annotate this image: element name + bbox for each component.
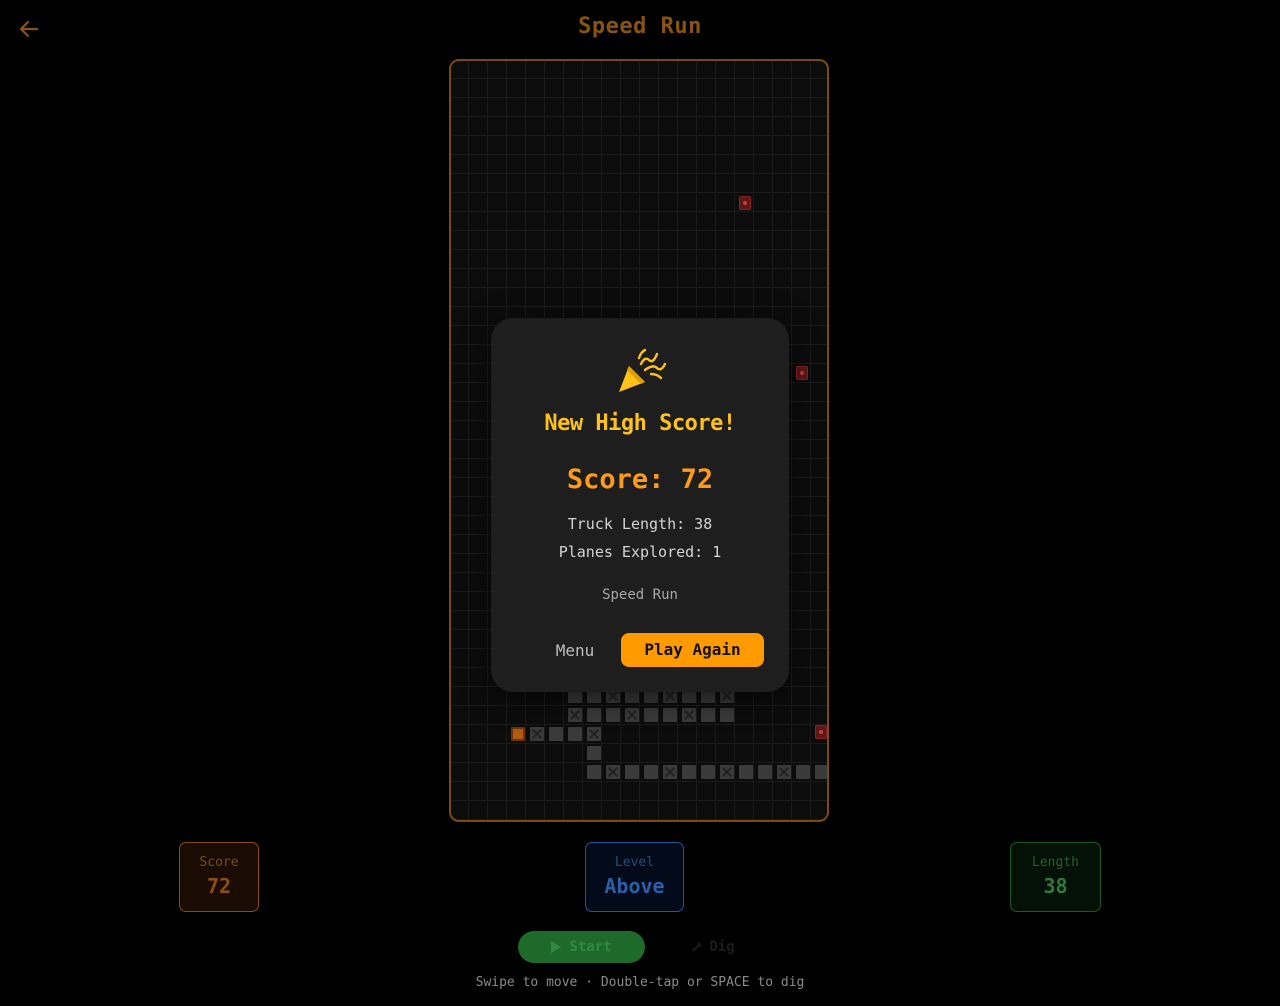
dialog-heading: New High Score! — [544, 411, 736, 436]
start-button[interactable]: Start — [518, 931, 645, 963]
truck-segment — [644, 765, 658, 779]
truck-segment — [625, 765, 639, 779]
truck-segment — [587, 765, 601, 779]
dig-label: Dig — [709, 939, 735, 955]
truck-segment — [796, 765, 810, 779]
final-score: Score: 72 — [566, 464, 714, 495]
truck-segment — [530, 727, 544, 741]
truck-segment — [682, 765, 696, 779]
high-score-dialog: New High Score! Score: 72 Truck Length: … — [491, 318, 789, 692]
dug-tile — [568, 708, 582, 722]
level-value: Above — [604, 874, 665, 898]
dug-tile — [701, 708, 715, 722]
planes-explored-stat: Planes Explored: 1 — [558, 543, 722, 561]
play-icon — [551, 941, 562, 953]
length-card: Length 38 — [1010, 842, 1101, 912]
length-label: Length — [1032, 855, 1079, 870]
game-mode-label: Speed Run — [602, 587, 678, 603]
truck-segment — [606, 765, 620, 779]
dug-tile — [625, 708, 639, 722]
score-value: 72 — [206, 874, 232, 898]
truck-segment — [587, 727, 601, 741]
level-label: Level — [614, 855, 655, 870]
truck-segment — [739, 765, 753, 779]
truck-segment — [815, 765, 827, 779]
truck-segment — [701, 765, 715, 779]
dug-tile — [644, 708, 658, 722]
truck-segment — [758, 765, 772, 779]
dug-tile — [663, 708, 677, 722]
dig-button[interactable]: Dig — [666, 931, 760, 963]
truck-segment — [777, 765, 791, 779]
truck-segment — [663, 765, 677, 779]
page-title: Speed Run — [578, 14, 702, 39]
length-value: 38 — [1043, 874, 1068, 898]
truck-length-stat: Truck Length: 38 — [567, 515, 713, 533]
start-label: Start — [569, 939, 612, 955]
truck-segment — [720, 765, 734, 779]
dug-tile — [587, 708, 601, 722]
score-label: Score — [199, 855, 239, 870]
truck-segment — [549, 727, 563, 741]
truck-head — [511, 727, 525, 741]
truck-segment — [587, 746, 601, 760]
controls-hint: Swipe to move · Double-tap or SPACE to d… — [475, 975, 805, 990]
party-popper-icon — [619, 348, 667, 392]
dug-tile — [720, 708, 734, 722]
mine-tile — [739, 196, 751, 210]
menu-button[interactable]: Menu — [541, 636, 609, 666]
mine-tile — [796, 366, 808, 380]
level-card: Level Above — [585, 842, 684, 912]
truck-segment — [568, 727, 582, 741]
shovel-icon — [692, 942, 703, 952]
score-card: Score 72 — [179, 842, 259, 912]
dug-tile — [682, 708, 696, 722]
play-again-button[interactable]: Play Again — [621, 633, 764, 667]
mine-tile — [815, 725, 827, 739]
dug-tile — [606, 708, 620, 722]
